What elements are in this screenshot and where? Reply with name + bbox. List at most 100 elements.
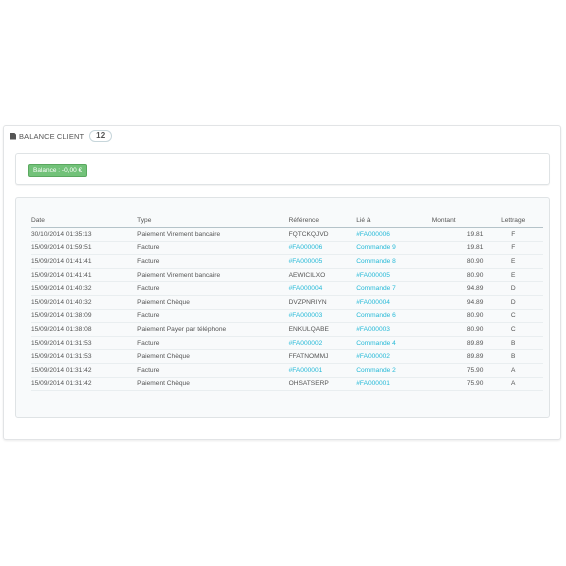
cell-type: Facture — [137, 363, 289, 378]
cell-date: 15/09/2014 01:31:53 — [31, 336, 138, 351]
cell-lie-a-link[interactable]: #FA000003 — [356, 322, 428, 337]
balance-badge: Balance : -0,00 € — [28, 164, 88, 177]
cell-lie-a-link[interactable]: #FA000001 — [356, 377, 428, 392]
header-type: Type — [137, 212, 289, 228]
cell-montant: 89.89 — [427, 336, 484, 351]
table-row: 15/09/2014 01:41:41 Paiement Virement ban… — [31, 268, 543, 283]
cell-type: Paiement Virement bancaire — [137, 268, 289, 283]
cell-date: 15/09/2014 01:31:42 — [31, 377, 138, 392]
table-row: 15/09/2014 01:31:53 Facture #FA000002 Comma… — [31, 336, 543, 351]
cell-lie-a-link[interactable]: #FA000006 — [356, 227, 428, 242]
panel-title: BALANCE CLIENT — [19, 131, 85, 141]
cell-date: 15/09/2014 01:40:32 — [31, 281, 138, 296]
cell-montant: 80.90 — [427, 268, 484, 283]
cell-lettrage: E — [483, 268, 543, 283]
table-row: 15/09/2014 01:59:51 Facture #FA000006 Comma… — [31, 241, 543, 256]
cell-lie-a-link[interactable]: Commande 9 — [356, 241, 428, 256]
cell-montant: 80.90 — [427, 322, 484, 337]
cell-lie-a-link[interactable]: Commande 7 — [356, 281, 428, 296]
cell-montant: 80.90 — [427, 309, 484, 324]
cell-type: Facture — [137, 254, 289, 269]
cell-lie-a-link[interactable]: Commande 8 — [356, 254, 428, 269]
cell-type: Facture — [137, 281, 289, 296]
table-row: 15/09/2014 01:31:53 Paiement Chèque FFATNO… — [31, 349, 543, 364]
cell-reference: FQTCKQJVD — [288, 227, 357, 242]
cell-date: 15/09/2014 01:40:32 — [31, 295, 138, 310]
cell-montant: 94.89 — [427, 295, 484, 310]
cell-type: Paiement Chèque — [137, 295, 289, 310]
cell-lettrage: B — [483, 336, 543, 351]
cell-lettrage: F — [483, 241, 543, 256]
cell-lettrage: E — [483, 254, 543, 269]
cell-lettrage: D — [483, 295, 543, 310]
cell-reference-link[interactable]: #FA000005 — [288, 254, 357, 269]
cell-montant: 89.89 — [427, 349, 484, 364]
cell-montant: 19.81 — [427, 241, 484, 256]
cell-lie-a-link[interactable]: Commande 4 — [356, 336, 428, 351]
cell-date: 15/09/2014 01:31:53 — [31, 349, 138, 364]
cell-type: Paiement Virement bancaire — [137, 227, 289, 242]
table-row: 15/09/2014 01:31:42 Facture #FA000001 Comma… — [31, 363, 543, 378]
cell-reference: FFATNOMMJ — [288, 349, 357, 364]
cell-lie-a-link[interactable]: #FA000002 — [356, 349, 428, 364]
cell-lie-a-link[interactable]: #FA000004 — [356, 295, 428, 310]
cell-date: 15/09/2014 01:38:09 — [31, 309, 138, 324]
cell-lettrage: D — [483, 281, 543, 296]
cell-type: Paiement Chèque — [137, 349, 289, 364]
cell-type: Facture — [137, 336, 289, 351]
cell-reference-link[interactable]: #FA000002 — [288, 336, 357, 351]
cell-reference: DVZPNRIYN — [288, 295, 357, 310]
cell-type: Facture — [137, 241, 289, 256]
table-row: 15/09/2014 01:38:09 Facture #FA000003 Comma… — [31, 309, 543, 324]
cell-type: Facture — [137, 309, 289, 324]
cell-reference: OHSATSERP — [288, 377, 357, 392]
table-row: 30/10/2014 01:35:13 Paiement Virement ban… — [31, 227, 543, 242]
cell-montant: 75.90 — [427, 377, 484, 392]
panel-heading: BALANCE CLIENT 12 — [10, 129, 113, 143]
file-icon — [10, 132, 16, 140]
cell-lie-a-link[interactable]: #FA000005 — [356, 268, 428, 283]
cell-reference-link[interactable]: #FA000003 — [288, 309, 357, 324]
cell-lettrage: A — [483, 363, 543, 378]
cell-date: 15/09/2014 01:59:51 — [31, 241, 138, 256]
table-row: 15/09/2014 01:38:08 Paiement Payer par té… — [31, 322, 543, 337]
cell-reference-link[interactable]: #FA000004 — [288, 281, 357, 296]
cell-lie-a-link[interactable]: Commande 6 — [356, 309, 428, 324]
table-row: 15/09/2014 01:31:42 Paiement Chèque OHSATS… — [31, 377, 543, 392]
header-date: Date — [31, 212, 138, 228]
count-badge: 12 — [89, 130, 113, 142]
header-lie: Lié à — [356, 212, 428, 228]
cell-montant: 80.90 — [427, 254, 484, 269]
cell-reference: ENKULQABE — [288, 322, 357, 337]
transactions-table: Date Type Référence Lié à Montant Lettra… — [31, 212, 543, 392]
cell-date: 15/09/2014 01:38:08 — [31, 322, 138, 337]
cell-reference-link[interactable]: #FA000006 — [288, 241, 357, 256]
table-row: 15/09/2014 01:41:41 Facture #FA000005 Comma… — [31, 254, 543, 269]
cell-reference-link[interactable]: #FA000001 — [288, 363, 357, 378]
cell-montant: 75.90 — [427, 363, 484, 378]
cell-lettrage: A — [483, 377, 543, 392]
header-lettrage: Lettrage — [483, 212, 543, 228]
cell-lettrage: F — [483, 227, 543, 242]
cell-lettrage: B — [483, 349, 543, 364]
cell-lettrage: C — [483, 322, 543, 337]
cell-montant: 94.89 — [427, 281, 484, 296]
cell-date: 15/09/2014 01:31:42 — [31, 363, 138, 378]
balance-client-panel: BALANCE CLIENT 12 Balance : -0,00 € Date… — [3, 125, 561, 440]
header-montant: Montant — [427, 212, 484, 228]
table-row: 15/09/2014 01:40:32 Paiement Chèque DVZPNR… — [31, 295, 543, 310]
balance-summary: Balance : -0,00 € — [15, 153, 550, 185]
cell-reference: AEWICILXO — [288, 268, 357, 283]
cell-lettrage: C — [483, 309, 543, 324]
header-reference: Référence — [288, 212, 357, 228]
cell-lie-a-link[interactable]: Commande 2 — [356, 363, 428, 378]
cell-date: 15/09/2014 01:41:41 — [31, 254, 138, 269]
cell-montant: 19.81 — [427, 227, 484, 242]
cell-date: 30/10/2014 01:35:13 — [31, 227, 138, 242]
table-row: 15/09/2014 01:40:32 Facture #FA000004 Comma… — [31, 281, 543, 296]
cell-type: Paiement Chèque — [137, 377, 289, 392]
table-header-row: Date Type Référence Lié à Montant Lettra… — [31, 212, 543, 228]
transactions-container: Date Type Référence Lié à Montant Lettra… — [15, 197, 550, 418]
cell-type: Paiement Payer par téléphone — [137, 322, 289, 337]
cell-date: 15/09/2014 01:41:41 — [31, 268, 138, 283]
